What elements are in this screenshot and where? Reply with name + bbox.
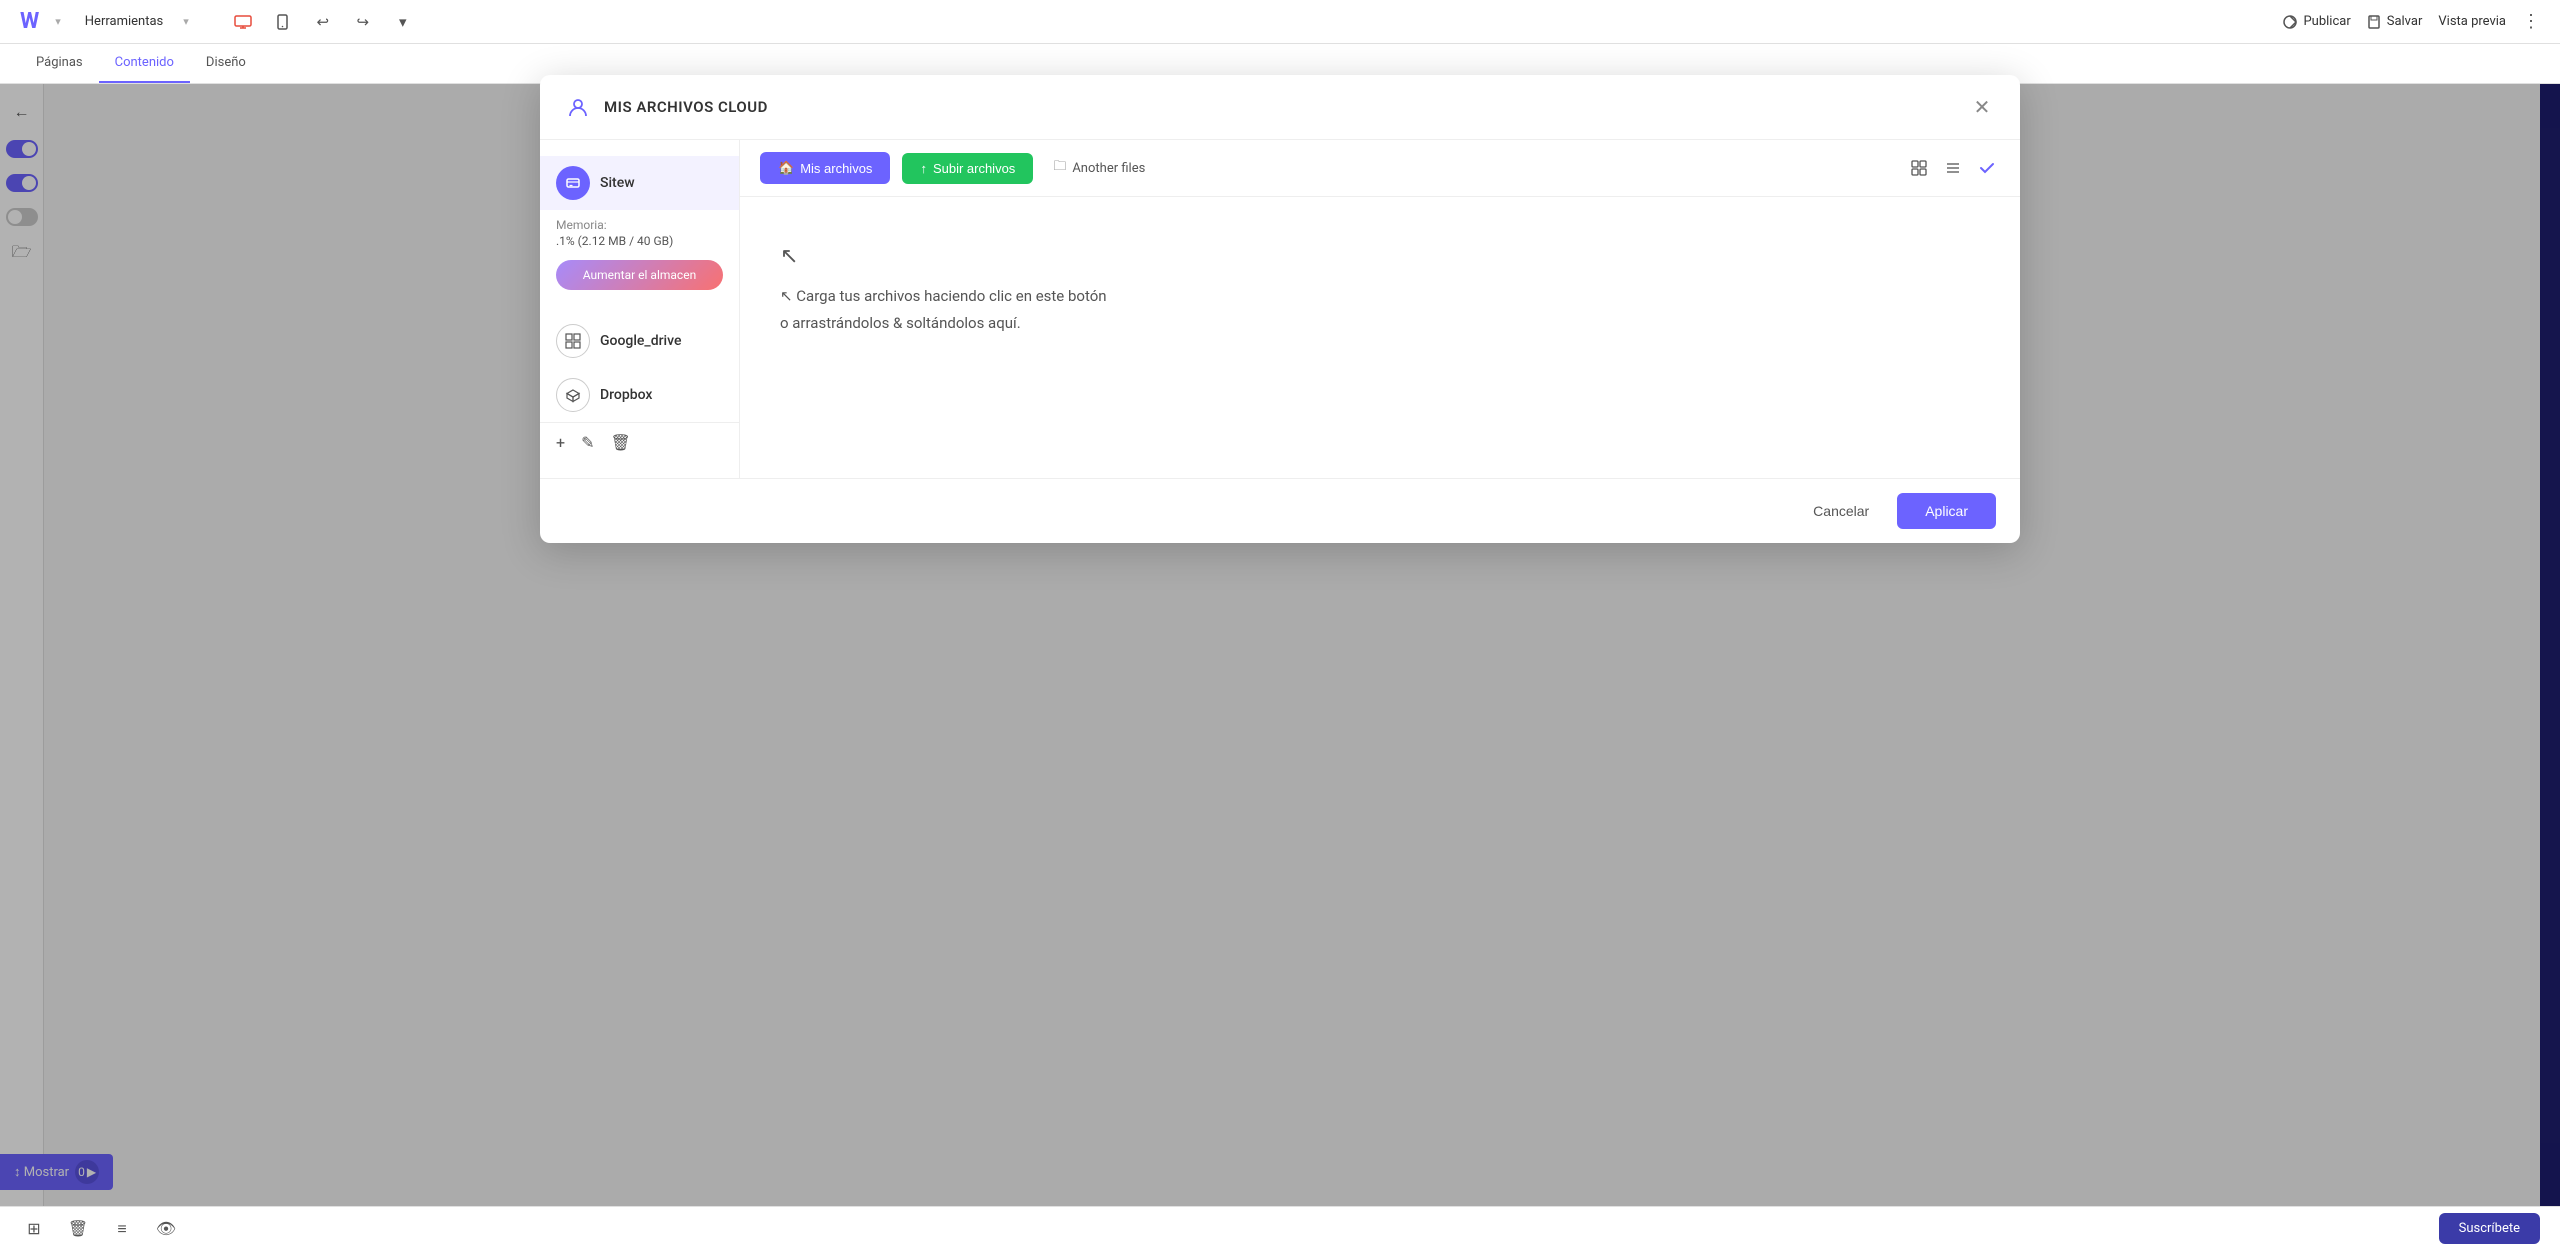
another-files-label: Another files	[1072, 161, 1145, 176]
view-list-icon[interactable]	[1940, 155, 1966, 181]
modal-body: Sitew Memoria: .1% (2.12 MB / 40 GB) Aum…	[540, 140, 2020, 478]
tab-diseno[interactable]: Diseño	[190, 44, 262, 83]
gdrive-label: Google_drive	[600, 333, 681, 349]
subscribe-button[interactable]: Suscríbete	[2439, 1213, 2540, 1244]
publicar-button[interactable]: Publicar	[2283, 14, 2350, 29]
bottom-delete-icon[interactable]: 🗑	[64, 1215, 92, 1243]
cloud-files-modal: MIS ARCHIVOS CLOUD ✕ Sitew Memoria: .	[540, 75, 2020, 543]
view-grid-icon[interactable]	[1906, 155, 1932, 181]
source-gdrive[interactable]: Google_drive	[540, 314, 739, 368]
drop-line1: ↖ Carga tus archivos haciendo clic en es…	[780, 283, 1107, 310]
mobile-icon[interactable]	[269, 8, 297, 36]
drop-arrow-icon: ↖	[780, 237, 798, 277]
tab-contenido[interactable]: Contenido	[99, 44, 190, 83]
aplicar-button[interactable]: Aplicar	[1897, 493, 1996, 529]
tab-paginas[interactable]: Páginas	[20, 44, 99, 83]
source-sitew[interactable]: Sitew	[540, 156, 739, 210]
modal-right-panel: 🏠 Mis archivos ↑ Subir archivos 🗀 Anothe…	[740, 140, 2020, 478]
view-icons	[1906, 155, 2000, 181]
subir-label: Subir archivos	[933, 161, 1015, 176]
undo-icon[interactable]: ↩	[309, 8, 337, 36]
modal-user-icon	[564, 93, 592, 121]
vista-previa-button[interactable]: Vista previa	[2438, 14, 2506, 29]
sitew-label: Sitew	[600, 175, 635, 191]
bottom-bar: ⊞ 🗑 ≡ 👁 Suscríbete	[0, 1206, 2560, 1250]
add-icon[interactable]: +	[556, 433, 565, 452]
herramientas-label[interactable]: Herramientas	[77, 10, 171, 33]
topbar-dots[interactable]: ⋮	[2522, 11, 2540, 32]
monitor-icon[interactable]	[229, 8, 257, 36]
mis-archivos-label: Mis archivos	[800, 161, 872, 176]
mis-archivos-button[interactable]: 🏠 Mis archivos	[760, 152, 890, 184]
drop-zone: ↖ ↖ Carga tus archivos haciendo clic en …	[740, 197, 2020, 478]
modal-title: MIS ARCHIVOS CLOUD	[604, 98, 768, 116]
memory-label: Memoria:	[556, 218, 723, 232]
cancelar-button[interactable]: Cancelar	[1797, 495, 1885, 527]
modal-toolbar: 🏠 Mis archivos ↑ Subir archivos 🗀 Anothe…	[740, 140, 2020, 197]
modal-footer: Cancelar Aplicar	[540, 478, 2020, 543]
bottom-eye-icon[interactable]: 👁	[152, 1215, 180, 1243]
more-icon[interactable]: ▾	[389, 8, 417, 36]
gdrive-icon	[556, 324, 590, 358]
upload-icon: ↑	[920, 161, 927, 176]
view-check-icon[interactable]	[1974, 155, 2000, 181]
subir-archivos-button[interactable]: ↑ Subir archivos	[902, 153, 1033, 184]
modal-close-button[interactable]: ✕	[1968, 93, 1996, 121]
memory-section: Memoria: .1% (2.12 MB / 40 GB)	[540, 210, 739, 252]
bottom-layers-icon[interactable]: ≡	[108, 1215, 136, 1243]
redo-icon[interactable]: ↪	[349, 8, 377, 36]
modal-left-bottom: + ✎ 🗑	[540, 422, 739, 462]
top-bar: W ▾ Herramientas ▾ ↩ ↪	[0, 0, 2560, 44]
modal-left-panel: Sitew Memoria: .1% (2.12 MB / 40 GB) Aum…	[540, 140, 740, 478]
increase-storage-button[interactable]: Aumentar el almacen	[556, 260, 723, 290]
salvar-button[interactable]: Salvar	[2367, 14, 2423, 29]
edit-icon[interactable]: ✎	[581, 433, 594, 452]
logo-chevron[interactable]: ▾	[55, 15, 61, 28]
memory-value: .1% (2.12 MB / 40 GB)	[556, 234, 723, 248]
herramientas-chevron[interactable]: ▾	[175, 11, 197, 32]
home-icon-btn: 🏠	[778, 160, 794, 176]
dropbox-icon	[556, 378, 590, 412]
folder-icon: 🗀	[1053, 157, 1066, 179]
modal-header: MIS ARCHIVOS CLOUD ✕	[540, 75, 2020, 140]
source-dropbox[interactable]: Dropbox	[540, 368, 739, 422]
drop-line2: o arrastrándolos & soltándolos aquí.	[780, 310, 1021, 337]
logo[interactable]: W	[20, 9, 39, 34]
delete-icon[interactable]: 🗑	[610, 433, 630, 452]
dropbox-label: Dropbox	[600, 387, 652, 403]
top-bar-right: Publicar Salvar Vista previa ⋮	[2283, 11, 2540, 32]
tools-menu[interactable]: Herramientas ▾	[77, 10, 197, 33]
bottom-grid-icon[interactable]: ⊞	[20, 1215, 48, 1243]
top-bar-left: W ▾ Herramientas ▾ ↩ ↪	[20, 8, 417, 36]
top-bar-icons: ↩ ↪ ▾	[229, 8, 417, 36]
sitew-icon	[556, 166, 590, 200]
another-files-folder[interactable]: 🗀 Another files	[1045, 153, 1153, 183]
